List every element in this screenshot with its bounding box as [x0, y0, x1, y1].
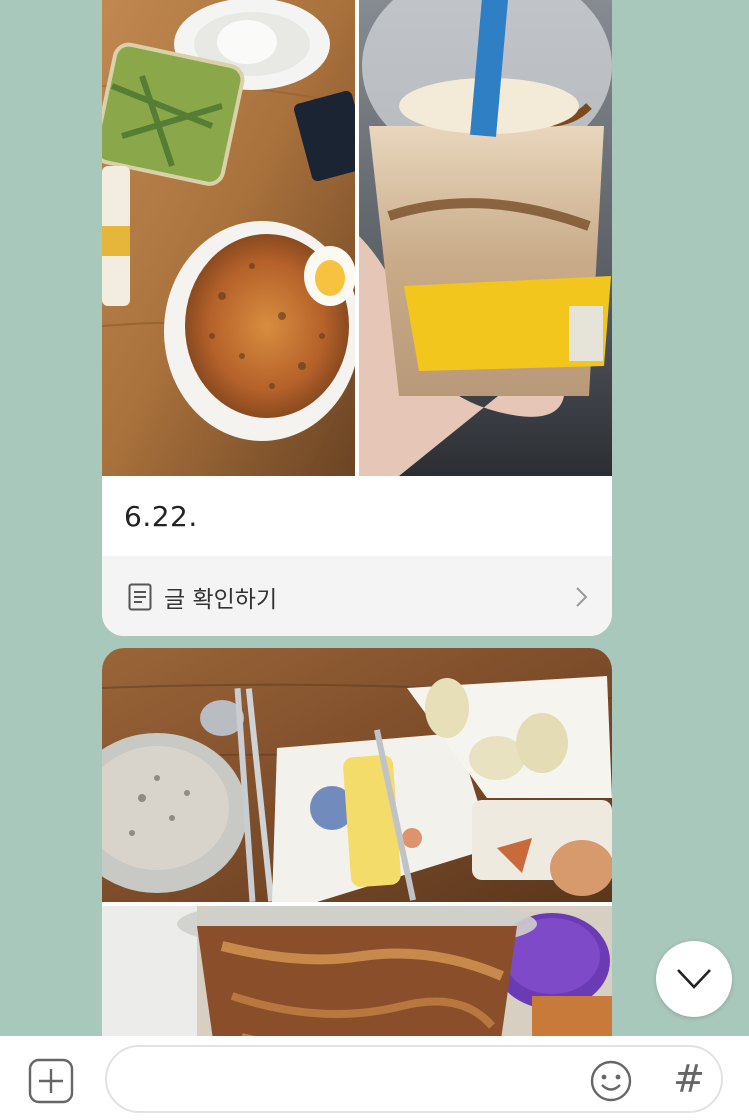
photo-breakfast-table[interactable]	[102, 648, 612, 902]
chevron-down-icon	[677, 969, 711, 989]
plus-icon[interactable]	[28, 1058, 74, 1104]
chevron-right-icon	[576, 587, 588, 607]
post-date: 6.22.	[124, 500, 198, 533]
message-field[interactable]: #	[105, 1045, 723, 1113]
document-icon	[128, 583, 152, 611]
message-input[interactable]	[131, 1061, 575, 1099]
photo-food-plate[interactable]	[102, 0, 355, 476]
smiley-icon[interactable]	[589, 1059, 633, 1103]
view-post-label: 글 확인하기	[164, 587, 278, 613]
hashtag-button[interactable]: #	[667, 1055, 711, 1103]
post-card: 6.22. 글 확인하기	[102, 0, 612, 636]
message-composer: #	[0, 1036, 749, 1120]
view-post-button[interactable]: 글 확인하기	[102, 556, 612, 636]
photo-iced-drink[interactable]	[359, 0, 612, 476]
scroll-down-button[interactable]	[656, 941, 732, 1017]
photo-grid	[102, 0, 612, 476]
post-card-next	[102, 648, 612, 1068]
